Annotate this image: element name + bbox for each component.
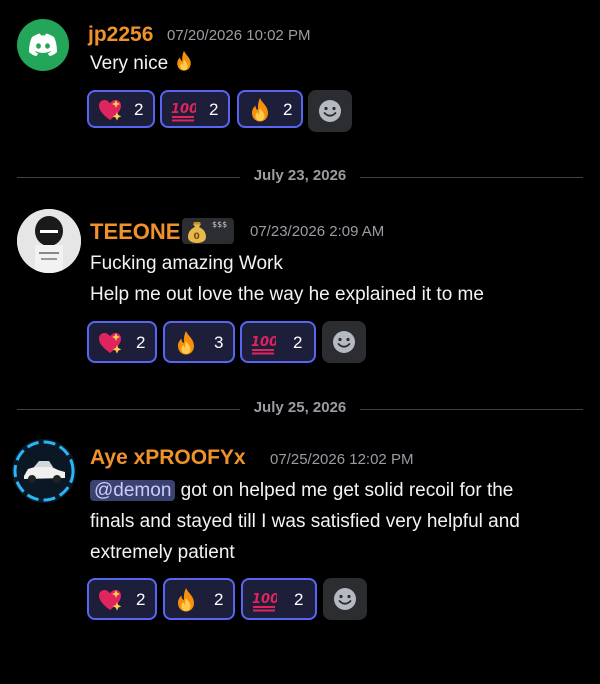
reaction-count: 2 xyxy=(293,333,303,352)
money-bag-badge[interactable]: 0 $$$ xyxy=(182,218,234,244)
avatar-discord-logo[interactable] xyxy=(17,19,69,71)
message-text: Very nice xyxy=(90,53,169,74)
avatar-image xyxy=(12,439,76,503)
reaction-count: 2 xyxy=(209,100,219,119)
date-divider: July 25, 2026 xyxy=(17,399,583,419)
add-reaction-button[interactable] xyxy=(322,321,366,363)
reaction-count: 2 xyxy=(214,590,224,609)
message-line: Fucking amazing Work xyxy=(90,253,283,274)
hundred-points-icon xyxy=(251,587,277,613)
date-label: July 23, 2026 xyxy=(239,167,361,184)
reaction-fire[interactable]: 2 xyxy=(163,578,235,620)
reaction-count: 2 xyxy=(134,100,144,119)
reaction-count: 2 xyxy=(294,590,304,609)
date-label: July 25, 2026 xyxy=(239,399,361,416)
user-mention[interactable]: @demon xyxy=(90,480,176,501)
money-bag-icon: 0 xyxy=(188,222,206,243)
reaction-hundred-points[interactable]: 2 xyxy=(240,321,316,363)
reaction-count: 2 xyxy=(283,100,293,119)
date-divider: July 23, 2026 xyxy=(17,167,583,187)
reaction-sparkling-heart[interactable]: 2 xyxy=(87,321,157,363)
avatar-image xyxy=(17,209,81,273)
reaction-fire[interactable]: 2 xyxy=(237,90,303,128)
reaction-count: 3 xyxy=(214,333,224,352)
fire-icon xyxy=(247,97,273,123)
message-line: extremely patient xyxy=(90,542,235,563)
smile-icon xyxy=(317,98,343,124)
message-text: got on helped me get solid recoil for th… xyxy=(175,480,514,501)
avatar[interactable] xyxy=(17,209,81,273)
message-timestamp: 07/23/2026 2:09 AM xyxy=(250,223,385,240)
reaction-sparkling-heart[interactable]: 2 xyxy=(87,90,155,128)
reactions-bar: 2 2 2 xyxy=(87,90,367,132)
message-jp2256: jp2256 07/20/2026 10:02 PM Very nice 2 2… xyxy=(0,0,600,140)
reactions-bar: 2 3 2 xyxy=(87,321,367,363)
reaction-count: 2 xyxy=(136,590,146,609)
hundred-points-icon xyxy=(250,330,276,356)
message-line: Help me out love the way he explained it… xyxy=(90,284,484,305)
discord-icon xyxy=(29,33,57,56)
badge-text: $$$ xyxy=(212,220,228,229)
message-content: Very nice xyxy=(90,48,195,79)
message-timestamp: 07/25/2026 12:02 PM xyxy=(270,451,414,468)
author-name[interactable]: jp2256 xyxy=(88,23,153,47)
add-reaction-button[interactable] xyxy=(308,90,352,132)
reaction-sparkling-heart[interactable]: 2 xyxy=(87,578,157,620)
sparkling-heart-icon xyxy=(97,97,123,123)
author-name[interactable]: TEEONE xyxy=(90,219,180,245)
smile-icon xyxy=(332,586,358,612)
reaction-hundred-points[interactable]: 2 xyxy=(160,90,230,128)
message-line: @demon got on helped me get solid recoil… xyxy=(90,475,520,506)
message-timestamp: 07/20/2026 10:02 PM xyxy=(167,27,311,44)
sparkling-heart-icon xyxy=(97,587,123,613)
reaction-fire[interactable]: 3 xyxy=(163,321,235,363)
svg-text:0: 0 xyxy=(194,232,200,242)
message-aye-xproofyx: Aye xPROOFYx 07/25/2026 12:02 PM @demon … xyxy=(0,430,600,684)
sparkling-heart-icon xyxy=(97,330,123,356)
fire-icon xyxy=(173,330,199,356)
reaction-hundred-points[interactable]: 2 xyxy=(241,578,317,620)
reactions-bar: 2 2 2 xyxy=(87,578,377,620)
hundred-points-icon xyxy=(170,97,196,123)
add-reaction-button[interactable] xyxy=(323,578,367,620)
fire-icon xyxy=(173,587,199,613)
message-content: Fucking amazing Work Help me out love th… xyxy=(90,248,484,310)
message-line: finals and stayed till I was satisfied v… xyxy=(90,511,520,532)
avatar[interactable] xyxy=(12,439,76,503)
message-content: @demon got on helped me get solid recoil… xyxy=(90,475,520,568)
author-name[interactable]: Aye xPROOFYx xyxy=(90,446,246,470)
reaction-count: 2 xyxy=(136,333,146,352)
smile-icon xyxy=(331,329,357,355)
message-teeone: TEEONE 0 $$$ 07/23/2026 2:09 AM Fucking … xyxy=(0,200,600,380)
fire-emoji-icon xyxy=(173,50,195,72)
